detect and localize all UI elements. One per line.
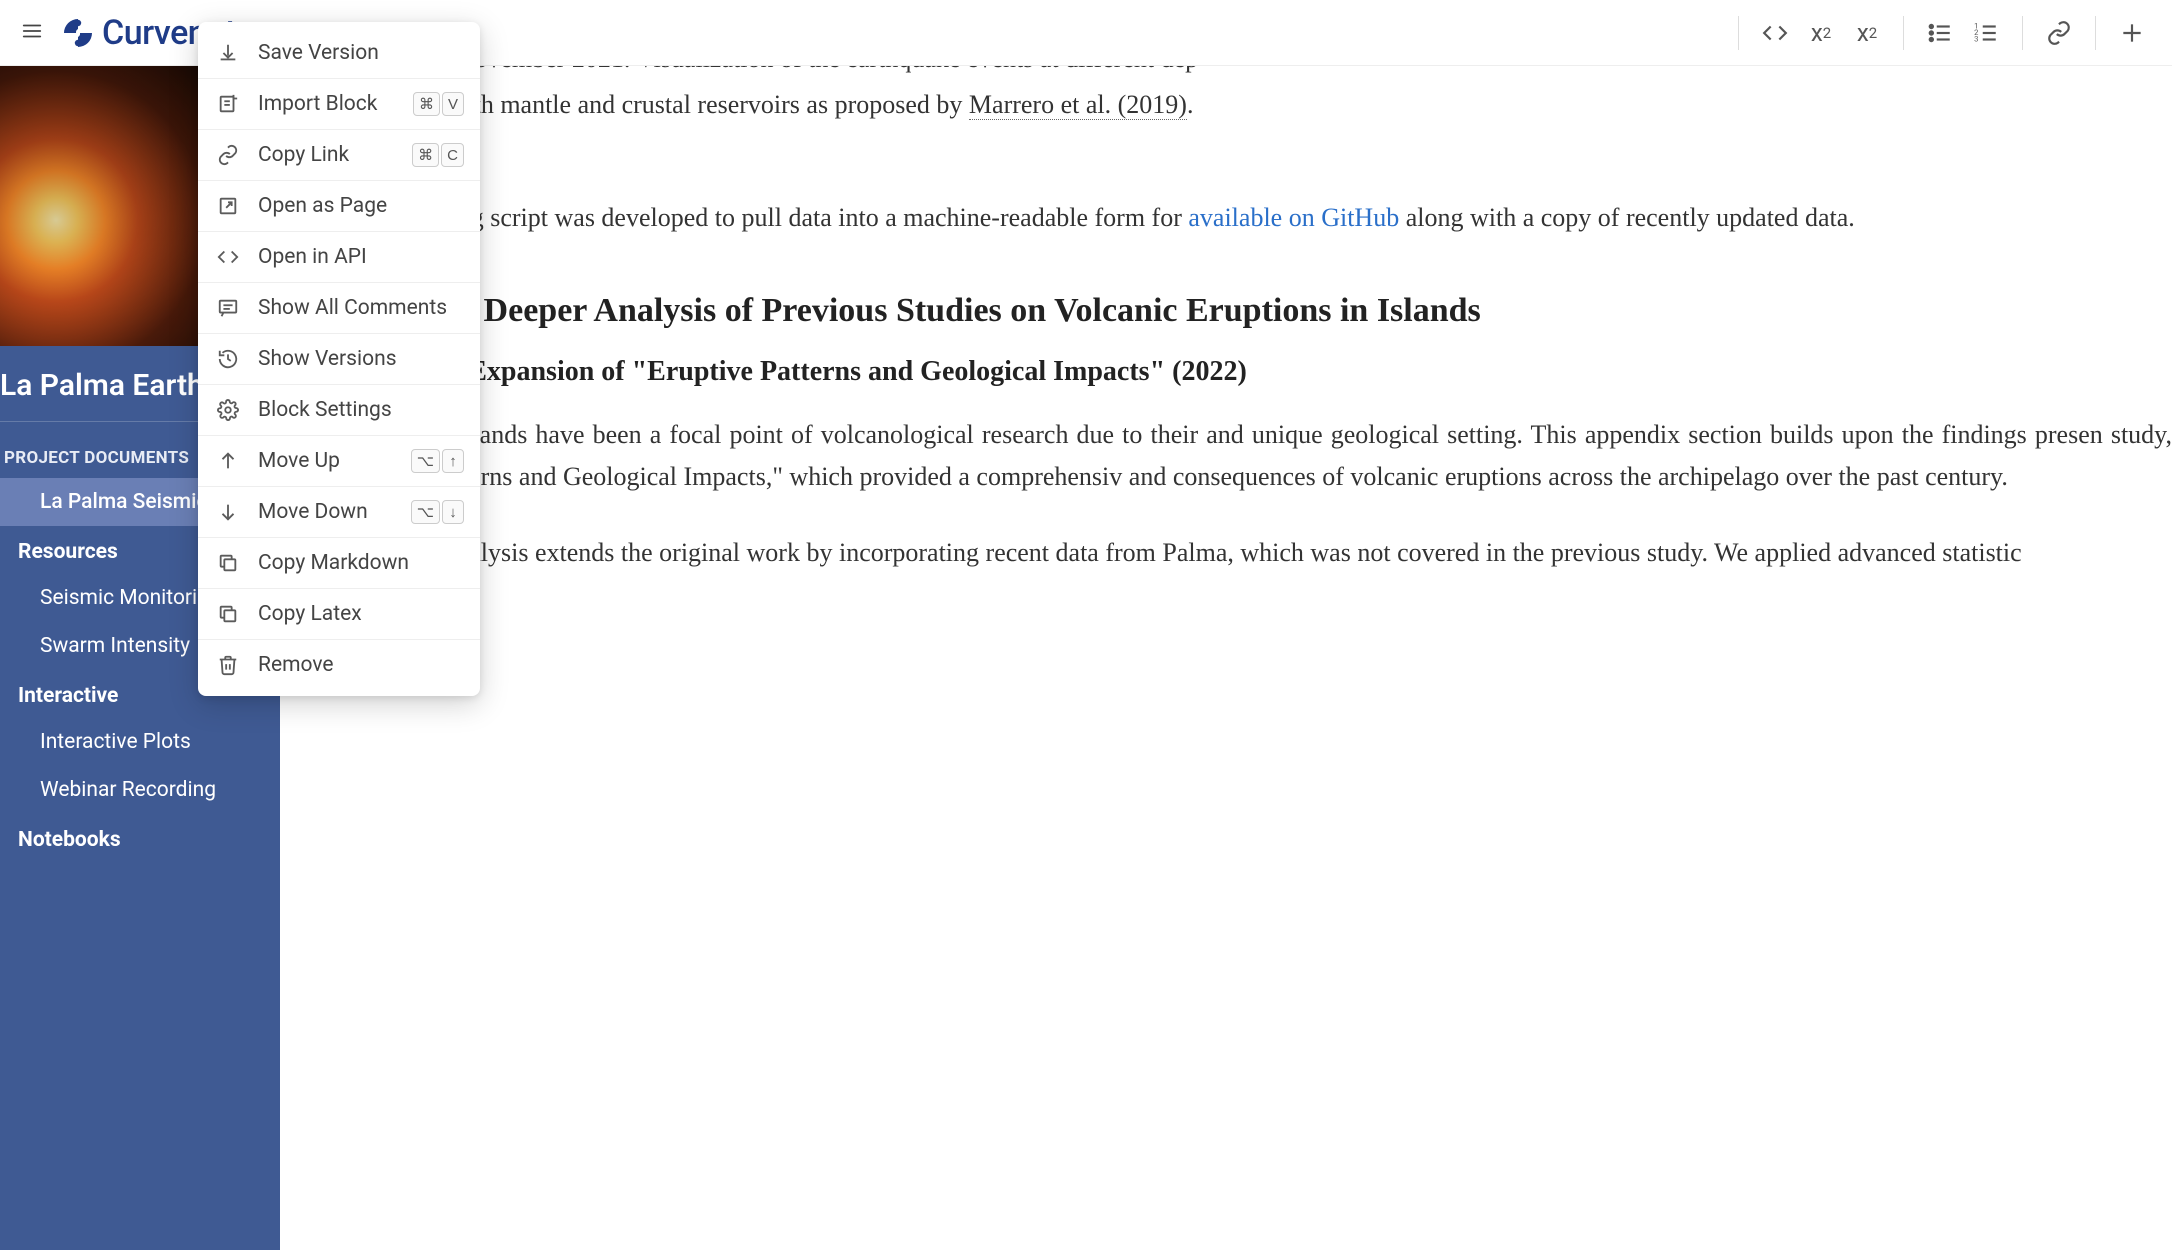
code-icon <box>216 245 240 269</box>
context-menu-item[interactable]: Show Versions <box>198 334 480 385</box>
paragraph: A web scraping script was developed to p… <box>322 197 2172 239</box>
keyboard-shortcut: ⌘V <box>413 92 464 116</box>
history-icon <box>216 347 240 371</box>
context-menu-item[interactable]: Copy Link ⌘C <box>198 130 480 181</box>
context-menu-item[interactable]: Copy Latex <box>198 589 480 640</box>
subscript-button[interactable]: x2 <box>1799 11 1843 55</box>
text: . <box>1187 90 1194 119</box>
context-menu-label: Move Down <box>258 500 368 524</box>
block-context-menu: Save Version Import Block ⌘V Copy Link ⌘C Ope… <box>198 22 480 696</box>
logo-mark-icon <box>62 17 94 49</box>
keyboard-shortcut: ⌥↑ <box>411 449 464 473</box>
citation-link[interactable]: Marrero et al. (2019) <box>969 90 1187 120</box>
import-icon <box>216 92 240 116</box>
context-menu-item[interactable]: Remove <box>198 640 480 690</box>
context-menu-item[interactable]: Open as Page <box>198 181 480 232</box>
context-menu-label: Move Up <box>258 449 340 473</box>
paragraph: Our deeper analysis extends the original… <box>322 532 2172 574</box>
superscript-button[interactable]: x2 <box>1845 11 1889 55</box>
context-menu-item[interactable]: Block Settings <box>198 385 480 436</box>
paragraph: The Canary Islands have been a focal poi… <box>322 414 2172 498</box>
context-menu-label: Save Version <box>258 41 379 65</box>
sidebar-group-notebooks[interactable]: Notebooks <box>0 814 280 862</box>
context-menu-item[interactable]: Move Up ⌥↑ <box>198 436 480 487</box>
trash-icon <box>216 653 240 677</box>
link-icon <box>216 143 240 167</box>
context-menu-label: Copy Markdown <box>258 551 409 575</box>
copy-icon <box>216 551 240 575</box>
toolbar-separator <box>2095 16 2096 50</box>
context-menu-item[interactable]: Move Down ⌥↓ <box>198 487 480 538</box>
code-button[interactable] <box>1753 11 1797 55</box>
context-menu-item[interactable]: Open in API <box>198 232 480 283</box>
context-menu-label: Copy Latex <box>258 602 362 626</box>
ordered-list-button[interactable]: 123 <box>1964 11 2008 55</box>
section-side-label: Availability <box>302 166 2172 187</box>
keyboard-shortcut: ⌥↓ <box>411 500 464 524</box>
sidebar-item[interactable]: Interactive Plots <box>0 718 280 766</box>
context-menu-label: Open in API <box>258 245 367 269</box>
heading-appendix: Appendix: Deeper Analysis of Previous St… <box>322 289 2172 333</box>
context-menu-item[interactable]: Show All Comments <box>198 283 480 334</box>
svg-text:3: 3 <box>1974 34 1978 43</box>
hamburger-menu[interactable] <box>12 12 52 54</box>
document-content: through to 9 November 2021. Visualizatio… <box>280 66 2172 1250</box>
context-menu-label: Show All Comments <box>258 296 447 320</box>
bullet-list-button[interactable] <box>1918 11 1962 55</box>
arrow-up-icon <box>216 449 240 473</box>
github-link[interactable]: available on GitHub <box>1188 203 1399 232</box>
context-menu-item[interactable]: Copy Markdown <box>198 538 480 589</box>
context-menu-label: Block Settings <box>258 398 392 422</box>
context-menu-item[interactable]: Save Version <box>198 28 480 79</box>
availability-section: Availability A web scraping script was d… <box>322 166 2172 239</box>
arrow-down-icon <box>216 500 240 524</box>
gear-icon <box>216 398 240 422</box>
context-menu-label: Show Versions <box>258 347 397 371</box>
toolbar-separator <box>1738 16 1739 50</box>
link-button[interactable] <box>2037 11 2081 55</box>
context-menu-label: Import Block <box>258 92 377 116</box>
text: along with a copy of recently updated da… <box>1399 203 1855 232</box>
paragraph-fragment: presence of both mantle and crustal rese… <box>322 84 2172 126</box>
toolbar-separator <box>2022 16 2023 50</box>
editor-toolbar: x2 x2 123 <box>1726 11 2160 55</box>
context-menu-item[interactable]: Import Block ⌘V <box>198 79 480 130</box>
open-page-icon <box>216 194 240 218</box>
comments-icon <box>216 296 240 320</box>
context-menu-label: Open as Page <box>258 194 387 218</box>
copy-icon <box>216 602 240 626</box>
toolbar-separator <box>1903 16 1904 50</box>
add-button[interactable] <box>2110 11 2154 55</box>
context-menu-label: Remove <box>258 653 334 677</box>
sidebar-item[interactable]: Webinar Recording <box>0 766 280 814</box>
keyboard-shortcut: ⌘C <box>412 143 464 167</box>
download-icon <box>216 41 240 65</box>
paragraph-fragment: through to 9 November 2021. Visualizatio… <box>322 66 2172 80</box>
heading-review: Review and Expansion of "Eruptive Patter… <box>322 356 2172 388</box>
context-menu-label: Copy Link <box>258 143 349 167</box>
